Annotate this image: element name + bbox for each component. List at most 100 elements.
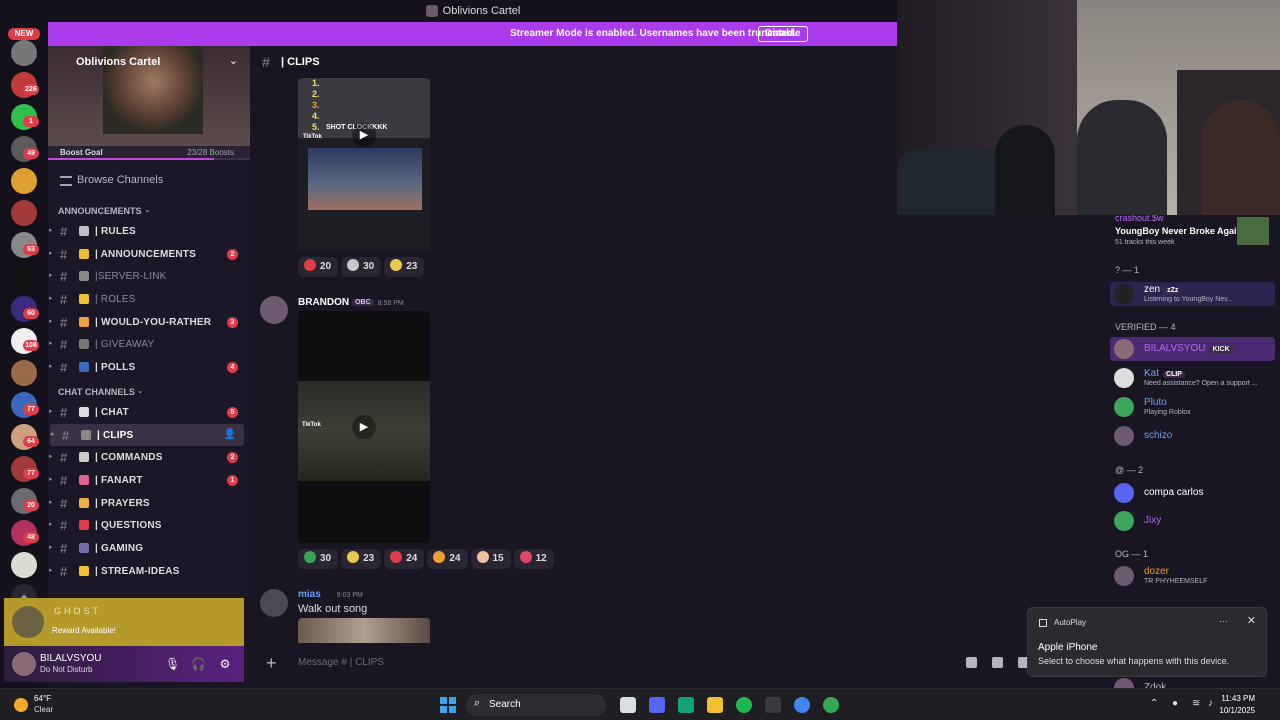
wifi-icon[interactable]: ≋ (1192, 698, 1200, 709)
channel-item[interactable]: ▸ # | CLIPS 👤 (50, 423, 244, 447)
start-button[interactable] (440, 697, 456, 713)
discord-icon[interactable] (649, 697, 665, 713)
server-rail: NEW 226 1 49 63 60 108 77 64 77 20 48 + (0, 0, 48, 688)
server-icon[interactable] (11, 168, 37, 194)
user-panel: BILALVSYOU Do Not Disturb 🎙 🎧 ⚙ (4, 646, 244, 682)
author-name[interactable]: mias (298, 589, 321, 600)
channel-item[interactable]: ▸ # | ANNOUNCEMENTS 2 (48, 243, 250, 266)
spotify-icon[interactable] (736, 697, 752, 713)
reaction-emoji-icon (304, 551, 316, 564)
clock[interactable]: 11:43 PM 10/1/2025 (1219, 693, 1255, 717)
avatar[interactable] (260, 589, 288, 617)
video-attachment-1[interactable]: 1. 2. 3. 4. 5. SHOT CLOCKKKK TikTok ▶ (298, 78, 430, 251)
file-explorer-icon[interactable] (707, 697, 723, 713)
reaction-button[interactable]: 15 (470, 549, 511, 569)
reaction-button[interactable]: 12 (513, 549, 554, 569)
window-title-bar: Oblivions Cartel (48, 0, 898, 22)
reaction-button[interactable]: 20 (298, 257, 339, 277)
member-item[interactable]: Jixy (1110, 509, 1275, 533)
reaction-button[interactable]: 23 (384, 257, 425, 277)
headphones-icon[interactable]: 🎧 (191, 657, 206, 671)
author-name[interactable]: BRANDON (298, 297, 349, 308)
member-activity: Listening to YoungBoy Nev... (1144, 296, 1233, 303)
task-view-icon[interactable] (620, 697, 636, 713)
app-icon[interactable] (678, 697, 694, 713)
member-item[interactable]: compa carlos (1110, 481, 1275, 505)
server-icon[interactable] (11, 552, 37, 578)
gear-icon[interactable]: ⚙ (218, 657, 232, 671)
app-icon[interactable] (765, 697, 781, 713)
reaction-button[interactable]: 30 (341, 257, 382, 277)
channel-item[interactable]: ▸ # | PRAYERS (48, 492, 250, 515)
reaction-button[interactable]: 24 (427, 549, 468, 569)
channel-label: |SERVER-LINK (95, 271, 167, 283)
channel-item[interactable]: ▸ # | GAMING (48, 537, 250, 560)
message-author[interactable]: mias 9:03 PM (298, 589, 363, 600)
server-mention-badge: 20 (23, 500, 39, 511)
member-item[interactable]: Pluto Playing Roblox (1110, 395, 1275, 419)
play-icon[interactable]: ▶ (352, 415, 376, 439)
channel-item[interactable]: ▸ # | ROLES (48, 288, 250, 311)
server-icon[interactable] (11, 264, 37, 290)
more-options-icon[interactable]: ··· (1219, 616, 1228, 626)
now-playing-title[interactable]: YoungBoy Never Broke Again (1115, 226, 1242, 236)
channel-item[interactable]: ▸ # | COMMANDS 2 (48, 446, 250, 469)
cam-person-1 (995, 125, 1055, 215)
now-playing-user[interactable]: crashout.$w (1115, 215, 1164, 223)
server-banner[interactable]: Oblivions Cartel ⌄ (48, 46, 250, 146)
member-item[interactable]: Kat CLIP Need assistance? Open a support .… (1110, 366, 1275, 390)
channel-emoji-icon (81, 429, 91, 440)
image-attachment[interactable] (298, 618, 430, 643)
server-name[interactable]: Oblivions Cartel (76, 56, 160, 68)
reaction-button[interactable]: 30 (298, 549, 339, 569)
user-name[interactable]: BILALVSYOU (40, 653, 102, 664)
reaction-button[interactable]: 23 (341, 549, 382, 569)
microphone-icon[interactable]: 🎙 (165, 657, 180, 671)
member-item[interactable]: BILALVSYOU KICK (1110, 337, 1275, 361)
close-icon[interactable]: ✕ (1247, 614, 1256, 627)
volume-icon[interactable]: ♪ (1208, 698, 1213, 709)
member-item[interactable]: Zdok (1110, 676, 1275, 688)
channel-item[interactable]: ▸ # | QUESTIONS (48, 514, 250, 537)
channel-item[interactable]: ▸ # | POLLS 4 (48, 356, 250, 379)
message-input[interactable]: Message # | CLIPS (298, 657, 384, 668)
overlay-line: 5. (312, 122, 320, 132)
invite-icon[interactable]: 👤 (224, 429, 236, 440)
boost-goal[interactable]: Boost Goal 23/28 Boosts (48, 146, 250, 160)
microphone-icon[interactable]: ● (1172, 698, 1178, 709)
channel-item[interactable]: ▸ # | CHAT 5 (48, 401, 250, 424)
gif-icon[interactable] (992, 657, 1003, 668)
channel-item[interactable]: ▸ # | GIVEAWAY (48, 333, 250, 356)
user-avatar[interactable] (12, 652, 36, 676)
taskbar-search[interactable]: ⌕ Search (466, 694, 606, 716)
gift-icon[interactable] (966, 657, 977, 668)
channel-item[interactable]: ▸ # | WOULD-YOU-RATHER 3 (48, 311, 250, 334)
chevron-down-icon[interactable]: ⌄ (229, 54, 238, 67)
autoplay-notification[interactable]: AutoPlay ··· ✕ Apple iPhone Select to ch… (1027, 607, 1267, 677)
category-header[interactable]: CHAT CHANNELS ⌄ (48, 383, 250, 401)
member-item[interactable]: zen zZz Listening to YoungBoy Nev... (1110, 282, 1275, 306)
server-icon[interactable] (11, 360, 37, 386)
disable-streamer-button[interactable]: Disable (758, 26, 808, 42)
channel-item[interactable]: ▸ # |SERVER-LINK (48, 265, 250, 288)
ghost-reward-widget[interactable]: GHOST Reward Available! (4, 598, 244, 646)
member-item[interactable]: dozer TR PHYHEEMSELF (1110, 564, 1275, 588)
chevron-up-icon[interactable]: ⌃ (1150, 698, 1158, 709)
add-attachment-icon[interactable]: + (266, 653, 277, 674)
video-attachment-2[interactable]: TikTok ▶ (298, 311, 430, 543)
chrome-profile-icon[interactable] (823, 697, 839, 713)
server-icon[interactable] (11, 200, 37, 226)
member-name: compa carlos (1144, 487, 1203, 498)
reaction-button[interactable]: 24 (384, 549, 425, 569)
channel-item[interactable]: ▸ # | STREAM-IDEAS (48, 560, 250, 583)
chrome-icon[interactable] (794, 697, 810, 713)
channel-item[interactable]: ▸ # | RULES (48, 220, 250, 243)
category-header[interactable]: ANNOUNCEMENTS ⌄ (48, 202, 250, 220)
avatar[interactable] (260, 296, 288, 324)
channel-item[interactable]: ▸ # | FANART 1 (48, 469, 250, 492)
play-icon[interactable]: ▶ (352, 123, 376, 147)
browse-channels[interactable]: Browse Channels (48, 164, 250, 198)
member-item[interactable]: schizo (1110, 424, 1275, 448)
server-icon[interactable] (11, 40, 37, 66)
message-author[interactable]: BRANDON OBC 8:58 PM (298, 297, 404, 308)
